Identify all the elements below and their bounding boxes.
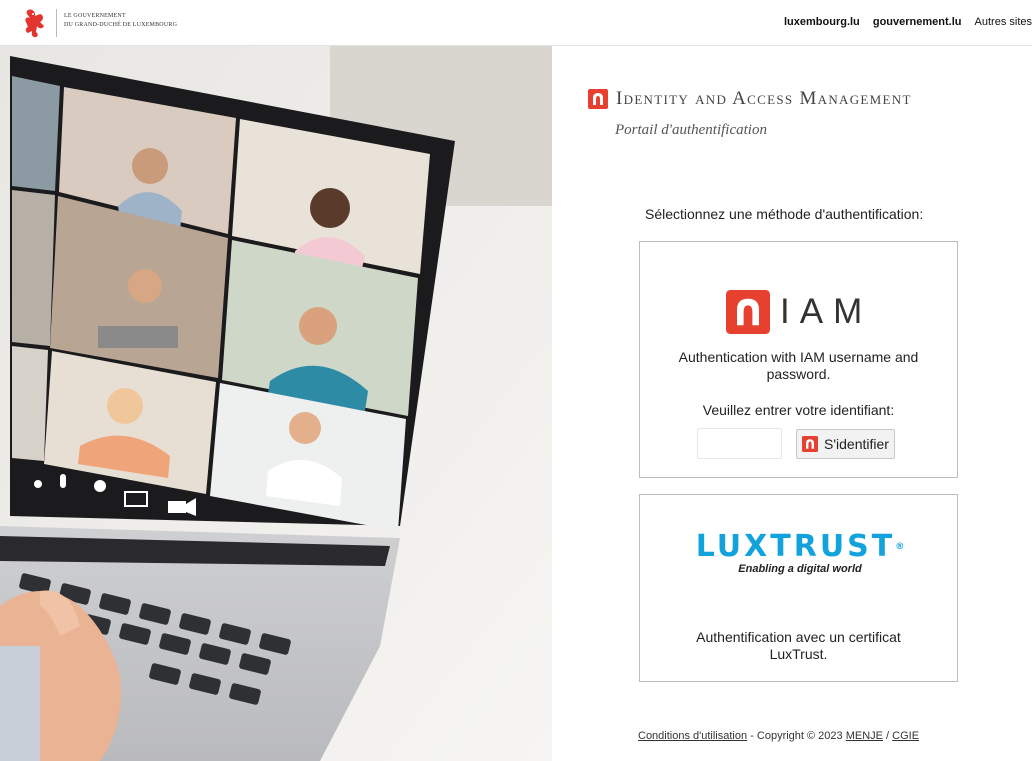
government-name: Le Gouvernement du Grand-Duché de Luxemb… (64, 12, 177, 30)
identifier-prompt: Veuillez entrer votre identifiant: (702, 402, 895, 418)
iam-heading: Identity and Access Management (588, 88, 912, 110)
luxtrust-logo: LUXTRUST® Enabling a digital world (684, 531, 916, 576)
footer-slash: / (883, 730, 893, 742)
iam-subtitle: Portail d'authentification (615, 122, 767, 138)
luxtrust-logo-text: LUXTRUST (695, 529, 896, 564)
logo-separator (56, 9, 57, 37)
gouvernement-lu-link[interactable]: gouvernement.lu (873, 16, 962, 28)
identify-button-label: S'identifier (824, 435, 889, 452)
iam-description: Authentication with IAM username and pas… (678, 349, 919, 382)
government-name-line-1: Le Gouvernement (64, 13, 126, 19)
identifier-input[interactable] (697, 428, 782, 459)
luxembourg-lu-link[interactable]: luxembourg.lu (784, 16, 860, 28)
iam-card-logo: IAM (726, 290, 872, 334)
luxtrust-tagline: Enabling a digital world (738, 563, 862, 575)
top-links: luxembourg.lu gouvernement.lu Autres sit… (774, 16, 1032, 28)
method-title: Sélectionnez une méthode d'authentificat… (645, 206, 924, 222)
conditions-link[interactable]: Conditions d'utilisation (638, 730, 747, 742)
iam-title: Identity and Access Management (616, 88, 912, 109)
identify-button[interactable]: S'identifier (796, 428, 895, 459)
iam-logo-icon (588, 89, 608, 109)
luxtrust-logo-word: LUXTRUST® (684, 531, 916, 563)
laptop-video-call-illustration (0, 46, 552, 761)
copyright-text: - Copyright © 2023 (747, 730, 846, 742)
government-name-line-2: du Grand-Duché de Luxembourg (64, 22, 178, 28)
iam-auth-card: IAM Authentication with IAM username and… (639, 241, 958, 478)
luxtrust-description: Authentification avec un certificat LuxT… (696, 629, 901, 662)
footer: Conditions d'utilisation - Copyright © 2… (638, 730, 919, 742)
login-row: S'identifier (697, 428, 895, 459)
autres-sites-link[interactable]: Autres sites (975, 16, 1032, 28)
luxtrust-registered-mark: ® (895, 542, 905, 552)
luxtrust-auth-card[interactable]: LUXTRUST® Enabling a digital world Authe… (639, 494, 958, 682)
luxembourg-lion-logo-icon[interactable] (22, 6, 50, 40)
cgie-link[interactable]: CGIE (892, 730, 919, 742)
hero-image (0, 46, 552, 761)
top-bar: Le Gouvernement du Grand-Duché de Luxemb… (0, 0, 1032, 46)
iam-button-icon (802, 435, 818, 452)
iam-card-logo-word: IAM (780, 292, 873, 331)
iam-card-logo-icon (726, 290, 770, 334)
menje-link[interactable]: MENJE (846, 730, 883, 742)
video-tiles (12, 76, 430, 531)
